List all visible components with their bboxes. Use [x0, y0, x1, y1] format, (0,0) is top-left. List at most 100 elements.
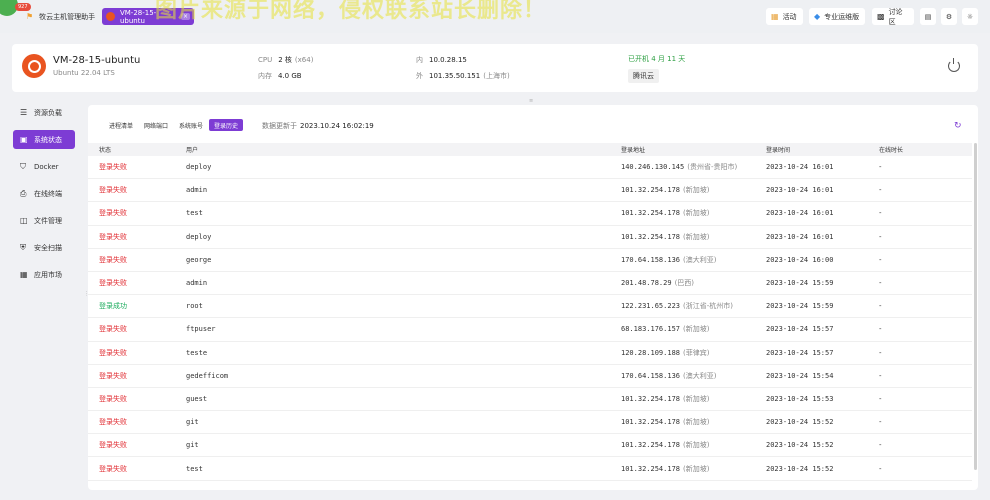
row-status: 登录失败: [99, 232, 127, 241]
tab-home[interactable]: ⚑ 牧云主机管理助手: [22, 8, 99, 25]
cloud-provider-tag: 腾讯云: [628, 69, 659, 83]
sidebar-item-security[interactable]: ⛨ 安全扫描: [13, 238, 75, 257]
row-status: 登录失败: [99, 394, 127, 403]
ubuntu-icon: [106, 12, 115, 21]
row-status: 登录失败: [99, 186, 127, 195]
pro-ops-button[interactable]: ◆ 专业运维版: [809, 8, 865, 25]
row-user: gedefficom: [186, 371, 229, 380]
notes-button[interactable]: ▤: [920, 8, 936, 25]
row-ip: 122.231.65.223: [621, 302, 681, 311]
forum-label: 讨论区: [888, 7, 903, 26]
forum-button[interactable]: ▩ 讨论区: [872, 7, 914, 26]
row-ip: 101.32.254.178: [621, 394, 681, 403]
tab-accounts[interactable]: 系统账号: [174, 119, 208, 131]
sidebar-item-terminal[interactable]: ⎙ 在线终端: [13, 184, 75, 203]
table-row[interactable]: 登录成功 root 122.231.65.223 (浙江省-杭州市) 2023-10-2…: [88, 295, 972, 319]
gear-icon: ⚙: [945, 12, 953, 21]
row-user: git: [186, 441, 199, 450]
row-status: 登录失败: [99, 279, 127, 288]
row-time: 2023-10-24 15:59: [766, 279, 834, 288]
tab-home-label: 牧云主机管理助手: [39, 12, 96, 21]
sidebar-item-label: 资源负载: [34, 108, 62, 117]
diamond-icon: ◆: [814, 12, 821, 21]
row-ip: 120.28.109.188: [621, 348, 681, 357]
row-time: 2023-10-24 15:59: [766, 302, 834, 311]
shield-icon: ⛨: [20, 242, 26, 252]
header-user: 用户: [186, 147, 199, 154]
row-duration: -: [879, 394, 882, 403]
row-duration: -: [879, 255, 882, 264]
resize-handle[interactable]: ≡: [529, 98, 533, 104]
table-row[interactable]: 登录失败 git 101.32.254.178 (新加坡) 2023-10-24 15:…: [88, 434, 972, 458]
table-row[interactable]: 登录失败 ftpuser 68.183.176.157 (新加坡) 2023-10-24…: [88, 318, 972, 342]
row-ip: 140.246.130.145: [621, 163, 685, 172]
row-time: 2023-10-24 15:52: [766, 464, 834, 473]
main-panel: 进程清单 网络端口 系统账号 登录历史 数据更新于 2023.10.24 16:0…: [88, 105, 978, 490]
sidebar-item-files[interactable]: ◫ 文件管理: [13, 211, 75, 230]
row-location: (澳大利亚): [683, 371, 717, 380]
table-row[interactable]: 登录失败 admin 101.32.254.178 (新加坡) 2023-10-24 1…: [88, 179, 972, 203]
app-logo[interactable]: 927: [0, 0, 31, 22]
sidebar-item-resources[interactable]: ☰ 资源负载: [13, 103, 75, 122]
row-time: 2023-10-24 15:52: [766, 418, 834, 427]
row-ip: 68.183.176.157: [621, 325, 681, 334]
row-time: 2023-10-24 16:01: [766, 163, 834, 172]
row-duration: -: [879, 163, 882, 172]
scrollbar[interactable]: [974, 143, 977, 470]
row-duration: -: [879, 186, 882, 195]
sidebar-item-apps[interactable]: ▦ 应用市场: [13, 265, 75, 284]
header-address: 登录地址: [621, 147, 646, 154]
table-row[interactable]: 登录失败 gedefficom 170.64.158.136 (澳大利亚) 2023-1…: [88, 365, 972, 388]
settings-button[interactable]: ⚙: [941, 8, 957, 25]
row-user: test: [186, 464, 203, 473]
vm-name: VM-28-15-ubuntu: [53, 55, 141, 66]
header-status: 状态: [99, 147, 112, 154]
row-address: 201.48.78.29 (巴西): [621, 272, 694, 294]
row-address: 170.64.158.136 (澳大利亚): [621, 365, 716, 387]
sidebar-item-label: 文件管理: [34, 216, 62, 225]
cpu-value: 2 核: [278, 56, 292, 64]
table-row[interactable]: 登录失败 guest 101.32.254.178 (新加坡) 2023-10-24 1…: [88, 388, 972, 412]
home-icon: ⚑: [26, 12, 34, 21]
row-location: (新加坡): [683, 394, 710, 403]
table-row[interactable]: 登录失败 test 101.32.254.178 (新加坡) 2023-10-24 15…: [88, 457, 972, 481]
row-location: (新加坡): [683, 232, 710, 241]
table-row[interactable]: 登录失败 deploy 140.246.130.145 (贵州省-贵阳市) 2023-1…: [88, 156, 972, 180]
row-address: 101.32.254.178 (新加坡): [621, 179, 709, 201]
table-row[interactable]: 登录失败 teste 120.28.109.188 (菲律宾) 2023-10-24 1…: [88, 342, 972, 365]
login-history-table: 状态 用户 登录地址 登录时间 在线时长 登录失败 deploy 140.246.1…: [88, 143, 972, 481]
row-duration: -: [879, 209, 882, 218]
row-time: 2023-10-24 15:54: [766, 371, 834, 380]
table-row[interactable]: 登录失败 george 170.64.158.136 (澳大利亚) 2023-10-24…: [88, 249, 972, 272]
terminal-icon: ⎙: [20, 188, 27, 198]
table-row[interactable]: 登录失败 test 101.32.254.178 (新加坡) 2023-10-24 16…: [88, 202, 972, 226]
row-duration: -: [879, 418, 882, 427]
outer-ip-label: 外: [416, 72, 423, 80]
row-location: (新加坡): [683, 418, 710, 427]
row-duration: -: [879, 371, 882, 380]
table-row[interactable]: 登录失败 git 101.32.254.178 (新加坡) 2023-10-24 15:…: [88, 411, 972, 435]
tab-login-history[interactable]: 登录历史: [209, 119, 244, 131]
row-location: (巴西): [674, 279, 695, 288]
row-user: teste: [186, 348, 208, 357]
ubuntu-logo-icon: [22, 54, 46, 78]
row-status: 登录失败: [99, 371, 127, 380]
sidebar-item-docker[interactable]: ⛉ Docker: [13, 157, 75, 176]
power-icon[interactable]: [948, 58, 960, 72]
sidebar-item-system-status[interactable]: ▣ 系统状态: [13, 130, 75, 149]
table-row[interactable]: 登录失败 deploy 101.32.254.178 (新加坡) 2023-10-24 …: [88, 226, 972, 249]
tab-processes[interactable]: 进程清单: [104, 119, 138, 131]
sidebar-item-label: 安全扫描: [34, 243, 62, 252]
notes-icon: ▤: [924, 12, 932, 21]
table-row[interactable]: 登录失败 admin 201.48.78.29 (巴西) 2023-10-24 15:5…: [88, 272, 972, 296]
row-location: (新加坡): [683, 186, 710, 195]
row-ip: 101.32.254.178: [621, 441, 681, 450]
folder-icon: ◫: [20, 216, 28, 225]
tab-ports[interactable]: 网络端口: [139, 119, 173, 131]
mem-label: 内存: [258, 72, 272, 80]
theme-button[interactable]: ☼: [962, 8, 978, 25]
refresh-icon[interactable]: ↻: [954, 121, 962, 131]
row-ip: 170.64.158.136: [621, 255, 681, 264]
inner-ip-spec: 内 10.0.28.15: [416, 55, 467, 65]
activity-button[interactable]: ▦ 活动: [766, 8, 803, 25]
